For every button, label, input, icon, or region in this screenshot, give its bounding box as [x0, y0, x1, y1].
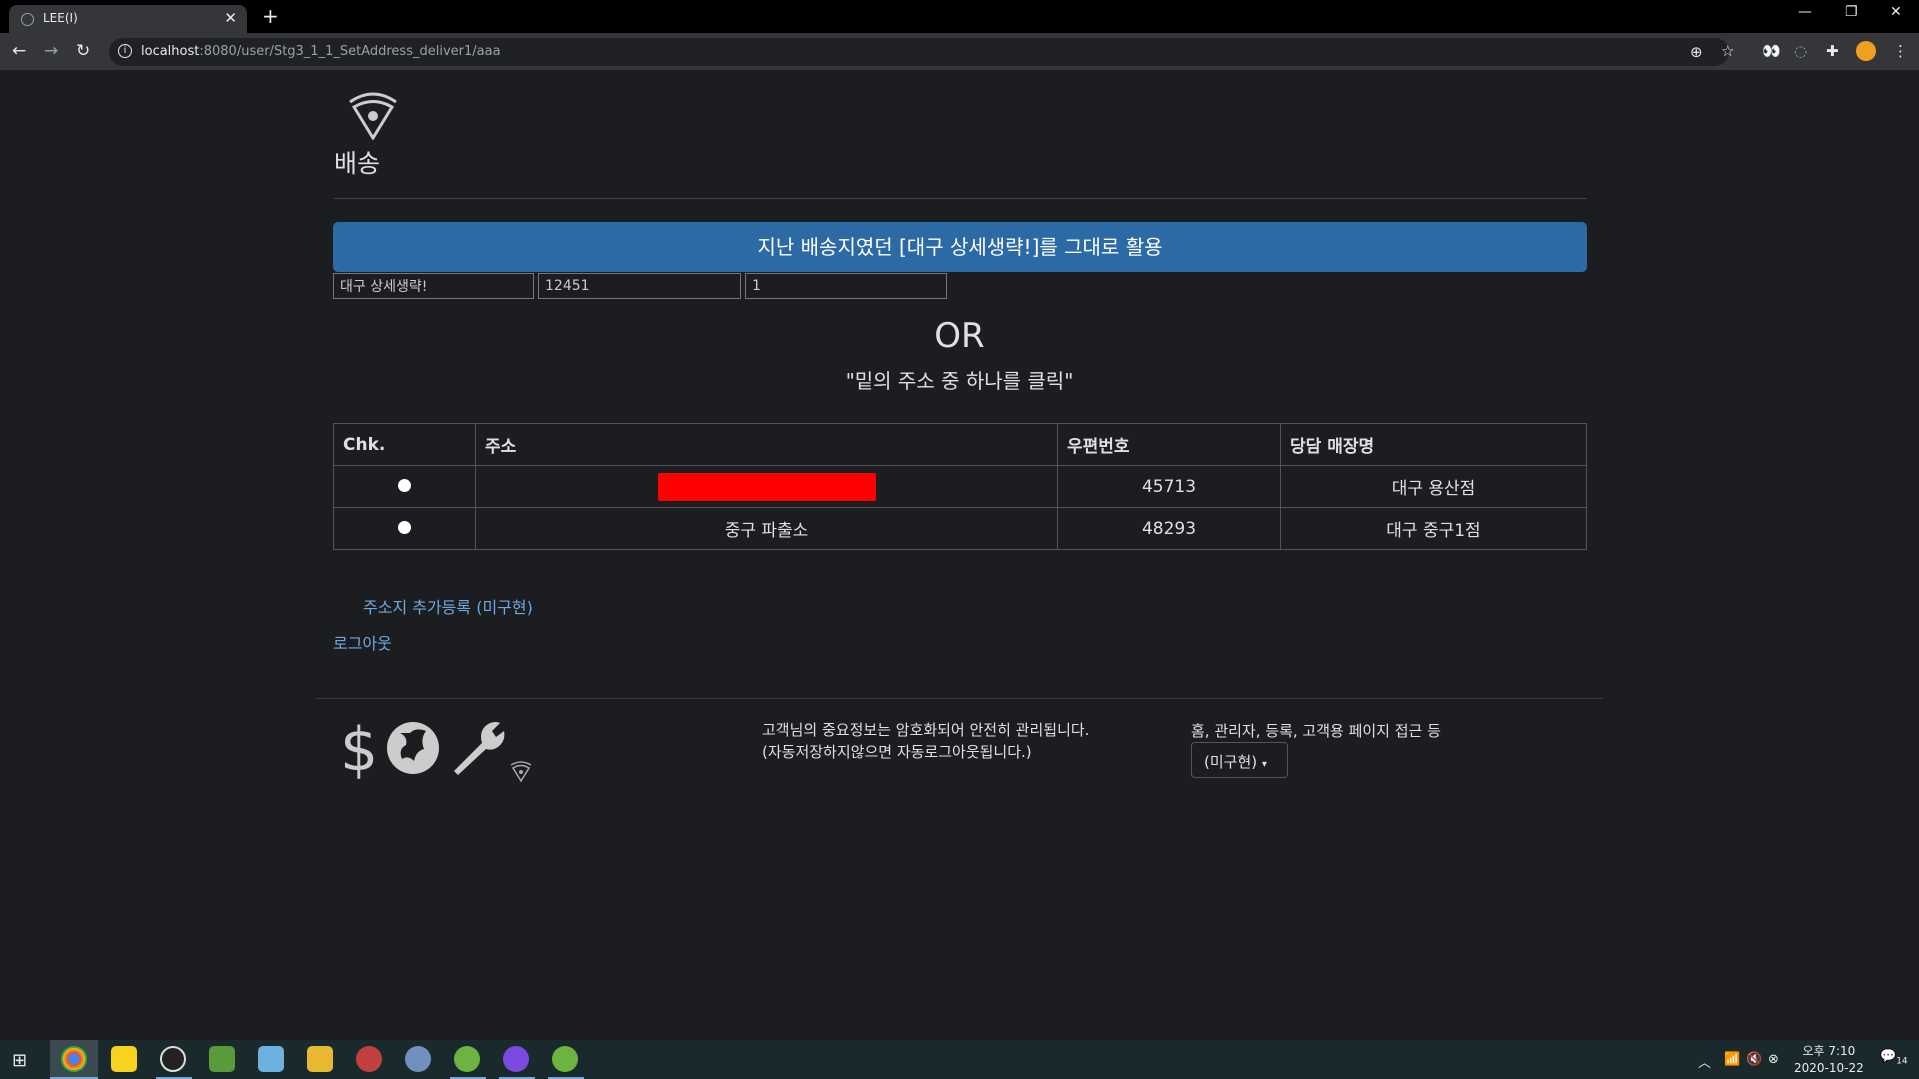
browser-menu-icon[interactable]: ⋮: [1893, 42, 1908, 60]
document-app-icon[interactable]: [258, 1046, 284, 1072]
browser-tab-strip: LEE(I) ✕ + — ❐ ✕: [0, 0, 1919, 33]
file-explorer-icon[interactable]: [307, 1046, 333, 1072]
header-zipcode: 우편번호: [1057, 423, 1281, 466]
caret-down-icon: ▾: [1261, 759, 1267, 770]
globe-icon: [21, 13, 34, 26]
bookmark-star-icon[interactable]: ☆: [1721, 42, 1734, 60]
windows-start-icon[interactable]: ⊞: [12, 1050, 27, 1071]
forward-icon[interactable]: →: [44, 41, 58, 61]
status-icon[interactable]: ⊗: [1768, 1052, 1779, 1067]
window-close-icon[interactable]: ✕: [1890, 4, 1902, 20]
header-chk: Chk.: [333, 423, 476, 466]
tab-title: LEE(I): [43, 11, 78, 25]
address-input[interactable]: [333, 273, 534, 299]
small-pizza-logo-icon: [510, 761, 532, 783]
reload-icon[interactable]: ↻: [76, 41, 90, 61]
store-cell: 대구 중구1점: [1280, 507, 1587, 550]
zipcode-cell: 48293: [1057, 507, 1281, 550]
extra-input[interactable]: [745, 273, 947, 299]
store-cell: 대구 용산점: [1280, 465, 1587, 508]
taskbar: ⊞ ︿ 📶 🔇 ⊗ 오후 7:10 2020-10-22 💬14: [0, 1040, 1919, 1079]
hint-text: "밑의 주소 중 하나를 클릭": [845, 369, 1074, 393]
dropdown-label: (미구현): [1204, 753, 1258, 771]
page-title: 배송: [334, 149, 381, 178]
header-store: 당담 매장명: [1280, 423, 1587, 466]
select-radio[interactable]: [398, 478, 411, 492]
footer-divider: [316, 698, 1603, 699]
minimize-icon[interactable]: —: [1798, 4, 1812, 20]
network-icon[interactable]: 📶: [1724, 1052, 1740, 1067]
zipcode-input[interactable]: [538, 273, 741, 299]
restore-icon[interactable]: ❐: [1845, 4, 1858, 20]
wrench-icon: [454, 722, 505, 775]
address-bar[interactable]: i localhost:8080/user/Stg3_1_1_SetAddres…: [109, 38, 1734, 66]
table-row[interactable]: 중구 파출소 48293 대구 중구1점: [333, 507, 1587, 550]
menu-hint: 홈, 관리자, 등록, 고객용 페이지 접근 등: [1191, 722, 1441, 740]
chrome-app-icon[interactable]: [61, 1046, 87, 1072]
tool-app-icon[interactable]: [405, 1046, 431, 1072]
address-cell: [475, 465, 1058, 508]
globe-icon: [387, 722, 440, 774]
zoom-icon[interactable]: ⊕: [1690, 43, 1703, 61]
info-icon[interactable]: i: [118, 44, 132, 58]
notification-icon[interactable]: 💬14: [1880, 1049, 1908, 1067]
footer-icons: $: [340, 715, 508, 785]
volume-muted-icon[interactable]: 🔇: [1746, 1052, 1762, 1067]
pizza-logo-icon: [349, 92, 397, 140]
chat-app-icon[interactable]: [503, 1046, 529, 1072]
or-text: OR: [934, 316, 985, 356]
add-address-link[interactable]: 주소지 추가등록 (미구현): [363, 594, 533, 618]
select-radio[interactable]: [398, 520, 411, 534]
dollar-icon: $: [340, 715, 379, 785]
address-cell: 중구 파출소: [475, 507, 1058, 550]
reuse-last-address-button[interactable]: 지난 배송지였던 [대구 상세생략!]를 그대로 활용: [333, 222, 1587, 272]
hs-app-icon[interactable]: [160, 1046, 186, 1072]
notepad-app-icon[interactable]: [209, 1046, 235, 1072]
divider: [334, 198, 1587, 199]
spring-app-icon[interactable]: [454, 1046, 480, 1072]
header-address: 주소: [475, 423, 1058, 466]
redacted-address: [657, 472, 876, 501]
browser-tab[interactable]: LEE(I) ✕: [9, 5, 247, 33]
extension-circle-icon[interactable]: ◌: [1794, 42, 1807, 60]
url-host: localhost: [141, 44, 200, 59]
nav-dropdown[interactable]: (미구현) ▾: [1191, 742, 1288, 778]
url-path: :8080/user/Stg3_1_1_SetAddress_deliver1/…: [199, 44, 501, 59]
chk-cell: [333, 507, 476, 550]
new-tab-icon[interactable]: +: [262, 4, 279, 28]
address-table: Chk. 주소 우편번호 당담 매장명 45713 대구 용산점 중구 파출소 …: [333, 423, 1587, 550]
tray-expand-icon[interactable]: ︿: [1698, 1052, 1711, 1071]
security-note: 고객님의 중요정보는 암호화되어 안전히 관리됩니다. (자동저장하지않으면 자…: [762, 721, 1090, 761]
paint-app-icon[interactable]: [356, 1046, 382, 1072]
extension-eyes-icon[interactable]: 👀: [1762, 42, 1781, 60]
chk-cell: [333, 465, 476, 508]
tab-close-icon[interactable]: ✕: [224, 9, 237, 27]
back-icon[interactable]: ←: [12, 41, 26, 61]
extensions-puzzle-icon[interactable]: ✚: [1826, 42, 1839, 60]
clock[interactable]: 오후 7:10 2020-10-22: [1794, 1043, 1864, 1077]
logout-link[interactable]: 로그아웃: [333, 630, 392, 654]
profile-avatar[interactable]: [1856, 41, 1876, 61]
page-content: 배송 지난 배송지였던 [대구 상세생략!]를 그대로 활용 OR "밑의 주소…: [0, 70, 1919, 1040]
table-row[interactable]: 45713 대구 용산점: [333, 465, 1587, 508]
spring-app-icon-2[interactable]: [552, 1046, 578, 1072]
zipcode-cell: 45713: [1057, 465, 1281, 508]
browser-toolbar: ← → ↻ i localhost:8080/user/Stg3_1_1_Set…: [0, 33, 1919, 70]
kakaotalk-app-icon[interactable]: [111, 1046, 137, 1072]
